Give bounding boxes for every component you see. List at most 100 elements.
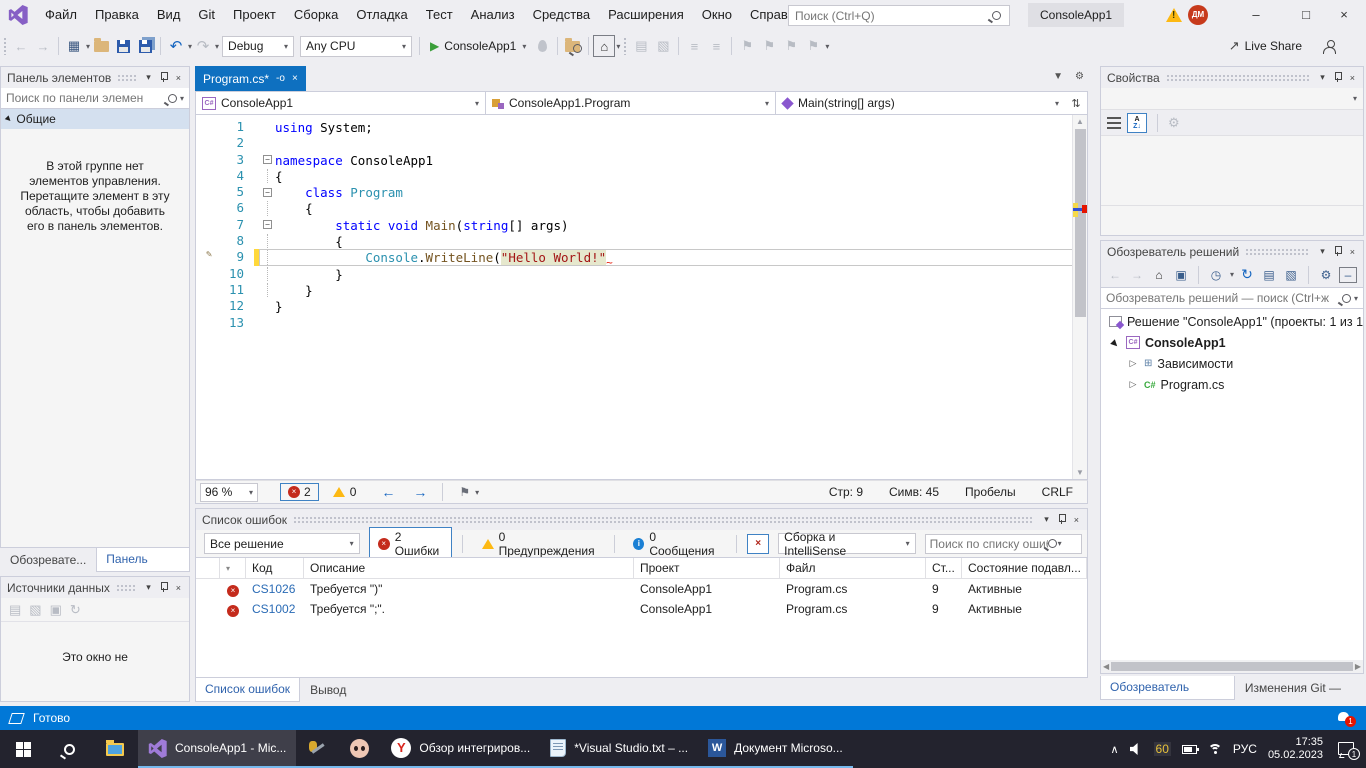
hot-reload-icon[interactable]: [538, 40, 547, 52]
task-visual-studio[interactable]: ConsoleApp1 - Mic...: [138, 730, 296, 768]
window-menu-icon[interactable]: ▾: [1316, 246, 1329, 257]
close-button[interactable]: ×: [1322, 0, 1366, 30]
window-menu-icon[interactable]: ▾: [142, 72, 155, 83]
nav-type-dropdown[interactable]: ConsoleApp1.Program ▾: [486, 92, 776, 114]
solution-configuration-dropdown[interactable]: Debug▾: [222, 36, 294, 57]
code-line-2[interactable]: 2: [196, 135, 1087, 151]
code-cleanup-icon[interactable]: ⚑: [451, 485, 470, 499]
action-center-icon[interactable]: 1: [1338, 742, 1356, 757]
live-share-button[interactable]: ↗ Live Share: [1229, 38, 1366, 54]
toolbox-search-input[interactable]: [6, 91, 168, 105]
tab-program-cs[interactable]: Program.cs* -o ×: [195, 66, 306, 91]
scroll-down-icon[interactable]: ▼: [1076, 468, 1084, 477]
data-sources-header[interactable]: Источники данных ▾ ×: [1, 577, 189, 598]
minimize-button[interactable]: –: [1234, 0, 1278, 30]
task-notepad[interactable]: *Visual Studio.txt – ...: [540, 730, 698, 768]
refresh-icon[interactable]: ↻: [1238, 266, 1256, 283]
menu-проект[interactable]: Проект: [224, 0, 285, 30]
tree-item-program-cs[interactable]: ▷ C# Program.cs: [1101, 374, 1363, 395]
bookmark-icon[interactable]: ⚑: [736, 35, 758, 57]
solution-search[interactable]: ▾: [1101, 288, 1363, 309]
column-code[interactable]: Код: [246, 558, 304, 578]
menu-окно[interactable]: Окно: [693, 0, 741, 30]
scroll-up-icon[interactable]: ▲: [1076, 117, 1084, 126]
property-pages-icon[interactable]: ⚙: [1168, 115, 1180, 131]
tab-git-changes[interactable]: Изменения Git — п...: [1235, 676, 1364, 700]
notifications-bell-icon[interactable]: 1: [1336, 711, 1352, 725]
language-indicator[interactable]: РУС: [1233, 742, 1257, 756]
taskbar-search-button[interactable]: [46, 730, 92, 768]
task-isaac[interactable]: [338, 730, 381, 768]
spaces-indicator[interactable]: Пробелы: [965, 485, 1016, 499]
code-line-11[interactable]: 11 }: [196, 282, 1087, 298]
scrollbar-thumb[interactable]: [1075, 129, 1086, 317]
editor-warnings-indicator[interactable]: 0: [333, 485, 357, 499]
collapsed-icon[interactable]: ▷: [1127, 358, 1139, 369]
toolbar-grip[interactable]: [3, 37, 7, 55]
menu-сборка[interactable]: Сборка: [285, 0, 348, 30]
code-line-1[interactable]: 1using System;: [196, 119, 1087, 135]
window-menu-icon[interactable]: ▾: [142, 582, 155, 593]
tree-item-project[interactable]: ▶ C# ConsoleApp1: [1101, 332, 1363, 353]
home-icon[interactable]: ⌂: [593, 35, 615, 57]
code-line-8[interactable]: 8 {: [196, 233, 1087, 249]
clock[interactable]: 17:35 05.02.2023: [1268, 736, 1323, 762]
menu-git[interactable]: Git: [189, 0, 224, 30]
errors-filter-button[interactable]: × 2 Ошибки: [369, 527, 452, 561]
fold-collapse-icon[interactable]: −: [263, 220, 272, 229]
feedback-project-chip[interactable]: ConsoleApp1: [1028, 3, 1124, 27]
eol-indicator[interactable]: CRLF: [1042, 485, 1073, 499]
solution-platform-dropdown[interactable]: Any CPU▾: [300, 36, 412, 57]
toolbar-overflow-icon[interactable]: ▾: [616, 42, 620, 51]
comment-icon[interactable]: ≡: [683, 35, 705, 57]
split-window-icon[interactable]: ⇅: [1065, 92, 1087, 114]
close-icon[interactable]: ×: [172, 73, 185, 83]
find-in-files-icon[interactable]: [562, 35, 584, 57]
nav-member-dropdown[interactable]: Main(string[] args) ▾: [776, 92, 1065, 114]
navigate-backward-icon[interactable]: ←: [374, 484, 402, 500]
battery-icon[interactable]: [1182, 745, 1197, 754]
file-explorer-button[interactable]: [92, 730, 138, 768]
menu-расширения[interactable]: Расширения: [599, 0, 693, 30]
display-outline-icon[interactable]: ▧: [652, 35, 674, 57]
properties-object-dropdown[interactable]: ▾: [1101, 88, 1363, 110]
column-state[interactable]: Состояние подавл...: [962, 558, 1087, 578]
tab-toolbox[interactable]: Панель эле...: [96, 548, 190, 572]
uncomment-icon[interactable]: ≡: [705, 35, 727, 57]
menu-отладка[interactable]: Отладка: [347, 0, 416, 30]
properties-icon[interactable]: ▧: [1282, 268, 1300, 282]
code-line-5[interactable]: 5− class Program: [196, 184, 1087, 200]
code-line-6[interactable]: 6 {: [196, 200, 1087, 216]
editor-vertical-scrollbar[interactable]: ▲ ▼: [1072, 115, 1087, 479]
warning-icon[interactable]: [1166, 8, 1182, 22]
clear-bookmarks-icon[interactable]: ⚑: [802, 35, 824, 57]
pin-icon[interactable]: [1333, 246, 1342, 257]
task-game-tools[interactable]: [296, 730, 338, 768]
quick-search-input[interactable]: [789, 9, 992, 23]
alphabetical-sort-icon[interactable]: AZ↓: [1127, 113, 1147, 133]
redo-icon[interactable]: ↷: [192, 35, 214, 57]
task-word[interactable]: W Документ Microso...: [698, 730, 853, 768]
code-line-12[interactable]: 12}: [196, 298, 1087, 314]
line-indicator[interactable]: Стр: 9: [829, 485, 863, 499]
save-all-icon[interactable]: [134, 35, 156, 57]
window-menu-icon[interactable]: ▾: [1040, 514, 1053, 525]
start-button[interactable]: [0, 730, 46, 768]
document-list-dropdown-icon[interactable]: ▼: [1053, 71, 1063, 82]
pin-icon[interactable]: [159, 582, 168, 593]
column-line[interactable]: Ст...: [926, 558, 962, 578]
nav-project-dropdown[interactable]: C# ConsoleApp1 ▾: [196, 92, 486, 114]
severity-column-icon[interactable]: ▾: [220, 558, 246, 578]
configure-data-source-icon[interactable]: ▧: [29, 602, 41, 618]
pin-icon[interactable]: -o: [276, 73, 285, 84]
back-icon[interactable]: ←: [1106, 268, 1124, 282]
error-list-search[interactable]: ▾: [925, 534, 1082, 554]
zoom-dropdown[interactable]: 96 %▾: [200, 483, 258, 502]
forward-icon[interactable]: →: [1128, 268, 1146, 282]
pin-icon[interactable]: [1333, 72, 1342, 83]
column-project[interactable]: Проект: [634, 558, 780, 578]
code-editor[interactable]: 1using System;23−namespace ConsoleApp14{…: [195, 115, 1088, 480]
tray-expand-icon[interactable]: ∧: [1110, 743, 1118, 756]
volume-icon[interactable]: [1130, 743, 1143, 755]
solution-horizontal-scrollbar[interactable]: ◀▶: [1101, 660, 1363, 673]
